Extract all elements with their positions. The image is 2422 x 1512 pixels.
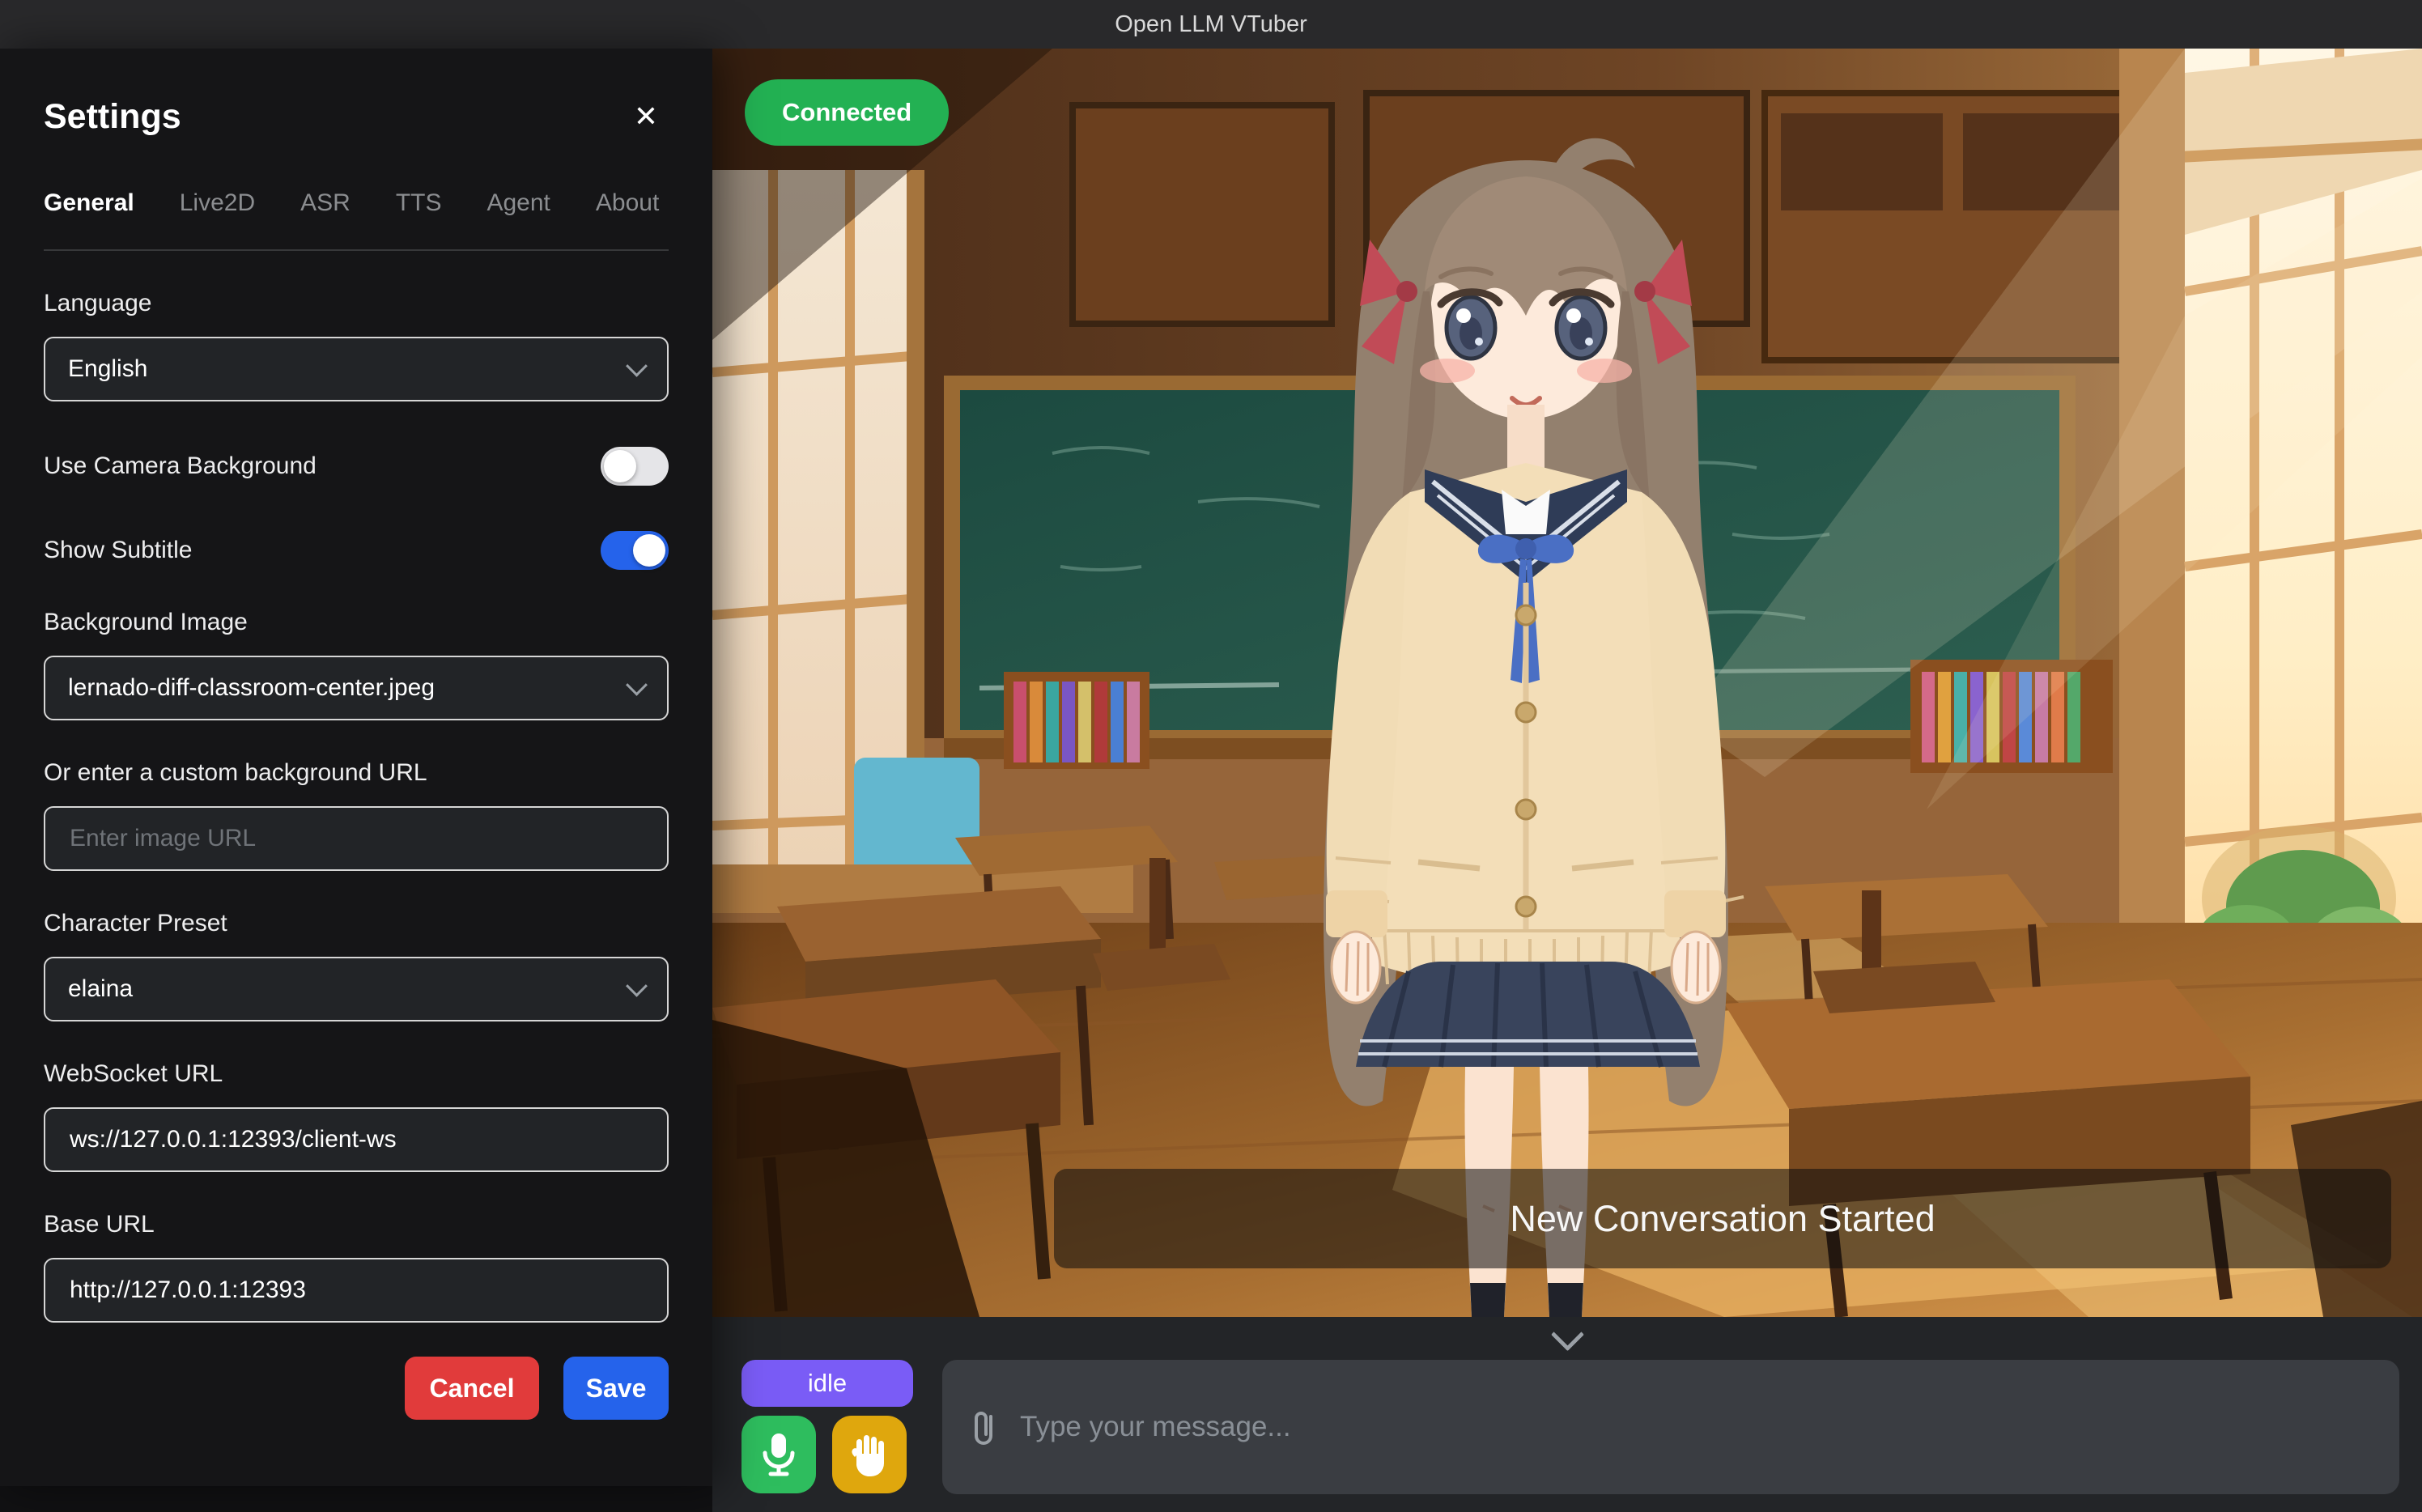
camera-background-label: Use Camera Background xyxy=(44,452,317,480)
language-field: Language English xyxy=(44,290,669,401)
show-subtitle-row: Show Subtitle xyxy=(44,531,669,570)
camera-background-row: Use Camera Background xyxy=(44,447,669,486)
settings-drawer: Settings ✕ General Live2D ASR TTS Agent … xyxy=(0,49,712,1486)
chevron-down-icon xyxy=(626,673,648,695)
chevron-down-icon xyxy=(1550,1318,1583,1351)
tab-about[interactable]: About xyxy=(596,189,659,222)
status-badge: Connected xyxy=(745,79,949,146)
websocket-url-field: WebSocket URL xyxy=(44,1060,669,1172)
control-footer: idle xyxy=(712,1317,2422,1512)
toggle-knob xyxy=(633,534,665,567)
base-url-label: Base URL xyxy=(44,1211,669,1238)
settings-title: Settings xyxy=(44,97,181,137)
ai-state-badge[interactable]: idle xyxy=(741,1360,913,1407)
websocket-url-input[interactable] xyxy=(68,1125,644,1154)
websocket-url-input-wrap xyxy=(44,1107,669,1172)
message-input-container[interactable] xyxy=(942,1360,2399,1494)
tab-asr[interactable]: ASR xyxy=(300,189,351,222)
character-preset-label: Character Preset xyxy=(44,910,669,937)
app-titlebar: Open LLM VTuber xyxy=(0,0,2422,49)
close-icon: ✕ xyxy=(634,100,658,134)
drawer-header: Settings ✕ xyxy=(44,49,669,139)
status-label: Connected xyxy=(782,98,911,127)
collapse-footer-button[interactable] xyxy=(1535,1320,1600,1357)
message-input[interactable] xyxy=(1018,1410,2372,1444)
background-image-value: lernado-diff-classroom-center.jpeg xyxy=(68,674,435,702)
tab-agent[interactable]: Agent xyxy=(487,189,550,222)
background-image-label: Background Image xyxy=(44,609,669,636)
toggle-knob xyxy=(604,450,636,482)
stage-canvas[interactable] xyxy=(712,49,2422,1317)
custom-url-label: Or enter a custom background URL xyxy=(44,759,669,787)
base-url-field: Base URL xyxy=(44,1211,669,1323)
custom-url-input[interactable] xyxy=(68,824,644,853)
character-preset-select[interactable]: elaina xyxy=(44,957,669,1021)
tab-general[interactable]: General xyxy=(44,189,134,222)
chevron-down-icon xyxy=(626,355,648,376)
vtuber-stage: Connected New Conversation Started idle xyxy=(712,49,2422,1512)
base-url-input-wrap xyxy=(44,1258,669,1323)
tab-tts[interactable]: TTS xyxy=(396,189,442,222)
microphone-icon xyxy=(761,1432,797,1477)
interrupt-hand-button[interactable] xyxy=(832,1416,907,1493)
app-title: Open LLM VTuber xyxy=(1115,11,1307,38)
show-subtitle-label: Show Subtitle xyxy=(44,537,192,564)
background-image-select[interactable]: lernado-diff-classroom-center.jpeg xyxy=(44,656,669,720)
custom-url-field: Or enter a custom background URL xyxy=(44,759,669,871)
subtitle-bar: New Conversation Started xyxy=(1054,1169,2391,1268)
base-url-input[interactable] xyxy=(68,1276,644,1305)
language-value: English xyxy=(68,355,147,383)
custom-url-input-wrap xyxy=(44,806,669,871)
tabs-divider xyxy=(44,249,669,251)
subtitle-text: New Conversation Started xyxy=(1510,1198,1935,1240)
character-preset-value: elaina xyxy=(68,975,133,1003)
websocket-url-label: WebSocket URL xyxy=(44,1060,669,1088)
settings-tabs: General Live2D ASR TTS Agent About xyxy=(44,189,669,222)
save-button[interactable]: Save xyxy=(563,1357,669,1420)
paperclip-icon[interactable] xyxy=(970,1408,997,1446)
below-drawer-strip xyxy=(0,1486,712,1512)
microphone-button[interactable] xyxy=(741,1416,816,1493)
hand-icon xyxy=(850,1433,889,1476)
background-image-field: Background Image lernado-diff-classroom-… xyxy=(44,609,669,720)
language-label: Language xyxy=(44,290,669,317)
chevron-down-icon xyxy=(626,975,648,996)
ai-state-label: idle xyxy=(808,1369,847,1398)
classroom-background-illustration xyxy=(712,49,2422,1317)
character-preset-field: Character Preset elaina xyxy=(44,910,669,1021)
language-select[interactable]: English xyxy=(44,337,669,401)
cancel-button[interactable]: Cancel xyxy=(405,1357,539,1420)
camera-toggle[interactable] xyxy=(601,447,669,486)
close-settings-button[interactable]: ✕ xyxy=(623,94,669,139)
tab-live2d[interactable]: Live2D xyxy=(180,189,255,222)
settings-actions: Cancel Save xyxy=(44,1357,669,1420)
show-subtitle-toggle[interactable] xyxy=(601,531,669,570)
